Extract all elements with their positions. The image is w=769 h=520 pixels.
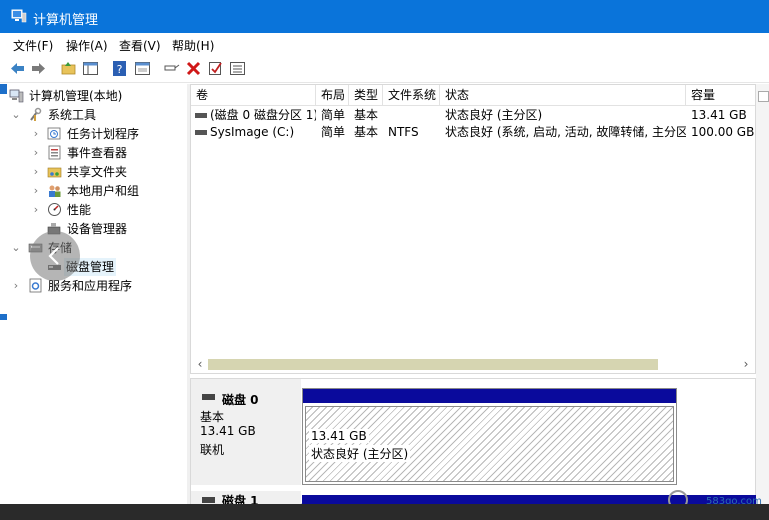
volume-list: 卷 布局 类型 文件系统 状态 容量 (磁盘 0 磁盘分区 1) 简单 基本 状… — [190, 84, 756, 374]
tree-label-device-manager: 设备管理器 — [67, 222, 128, 236]
cell-volume: (磁盘 0 磁盘分区 1) — [210, 108, 316, 122]
column-header-volume[interactable]: 卷 — [191, 85, 316, 105]
table-row[interactable]: SysImage (C:) 简单 基本 NTFS 状态良好 (系统, 启动, 活… — [191, 124, 755, 141]
delete-icon[interactable] — [185, 60, 202, 77]
tree-item-performance[interactable]: › 性能 — [9, 201, 184, 219]
menu-bar: 文件(F) 操作(A) 查看(V) 帮助(H) — [0, 33, 769, 55]
connect-icon[interactable] — [163, 60, 180, 77]
disk-icon — [202, 497, 215, 503]
cell-type: 基本 — [354, 125, 379, 139]
tree-item-task-scheduler[interactable]: › 任务计划程序 — [9, 125, 184, 143]
column-header-capacity[interactable]: 容量 — [686, 85, 755, 105]
help-icon[interactable]: ? — [111, 60, 128, 77]
cell-layout: 简单 — [321, 108, 346, 122]
cell-filesystem — [383, 107, 440, 124]
tree-item-event-viewer[interactable]: › 事件查看器 — [9, 144, 184, 162]
title-bar: 计算机管理 — [0, 0, 769, 33]
tree-item-shared-folders[interactable]: › 共享文件夹 — [9, 163, 184, 181]
chevron-right-icon[interactable]: › — [31, 201, 41, 219]
column-header-status[interactable]: 状态 — [440, 85, 686, 105]
chevron-right-icon[interactable]: › — [31, 125, 41, 143]
horizontal-scrollbar[interactable]: ‹ › — [191, 356, 755, 373]
volume-list-header: 卷 布局 类型 文件系统 状态 容量 — [191, 85, 755, 106]
tree-label-local-users: 本地用户和组 — [67, 184, 140, 198]
shared-folder-icon — [47, 167, 62, 178]
scroll-left-icon[interactable]: ‹ — [193, 357, 207, 371]
tree-item-services-apps[interactable]: › 服务和应用程序 — [9, 277, 184, 295]
tree-label-system-tools: 系统工具 — [48, 108, 97, 122]
tree-label-task-scheduler: 任务计划程序 — [67, 127, 140, 141]
svg-text:?: ? — [117, 63, 123, 76]
scroll-handle[interactable] — [758, 91, 769, 102]
tree-label-performance: 性能 — [67, 203, 92, 217]
menu-view[interactable]: 查看(V) — [119, 37, 161, 54]
overlay-back-button[interactable] — [30, 231, 80, 281]
back-arrow-icon[interactable] — [9, 60, 26, 77]
partition-size: 13.41 GB — [309, 429, 369, 443]
partition-status: 状态良好 (主分区) — [309, 445, 411, 462]
tree-item-local-users[interactable]: › 本地用户和组 — [9, 182, 184, 200]
properties-icon[interactable] — [134, 60, 151, 77]
chevron-down-icon[interactable]: ⌄ — [11, 239, 21, 257]
cell-type: 基本 — [354, 108, 379, 122]
forward-arrow-icon[interactable] — [30, 60, 47, 77]
bottom-strip — [0, 504, 769, 520]
up-folder-icon[interactable] — [60, 60, 77, 77]
menu-file[interactable]: 文件(F) — [13, 37, 53, 54]
vertical-scrollbar[interactable] — [756, 84, 769, 504]
disk-0-partition[interactable]: 13.41 GB 状态良好 (主分区) — [302, 388, 677, 485]
tree-item-system-tools[interactable]: ⌄ 系统工具 — [9, 106, 184, 124]
chevron-down-icon[interactable]: ⌄ — [11, 106, 21, 124]
cell-status: 状态良好 (系统, 启动, 活动, 故障转储, 主分区) — [445, 125, 686, 139]
show-hide-tree-icon[interactable] — [82, 60, 99, 77]
disk-0-name: 磁盘 0 — [222, 393, 259, 407]
disk-icon — [202, 394, 215, 400]
tools-icon — [30, 107, 42, 121]
computer-management-icon — [11, 9, 27, 23]
chevron-right-icon[interactable]: › — [31, 144, 41, 162]
tree-item-root[interactable]: 计算机管理(本地) — [9, 87, 184, 105]
services-icon — [29, 278, 42, 293]
navigation-tree: 计算机管理(本地) ⌄ 系统工具 › 任务计划程序 › 事件查看器 › 共享文件… — [7, 84, 187, 504]
check-icon[interactable] — [207, 60, 224, 77]
partition-hatch — [305, 406, 674, 482]
left-edge-strip — [0, 84, 7, 94]
computer-management-icon — [9, 89, 24, 103]
tree-item-device-manager[interactable]: 设备管理器 — [9, 220, 184, 238]
chevron-left-icon — [48, 247, 59, 265]
users-icon — [49, 185, 61, 197]
cell-status: 状态良好 (主分区) — [445, 108, 543, 122]
table-row[interactable]: (磁盘 0 磁盘分区 1) 简单 基本 状态良好 (主分区) 13.41 GB — [191, 107, 755, 124]
scrollbar-thumb[interactable] — [208, 359, 658, 370]
scroll-right-icon[interactable]: › — [739, 357, 753, 371]
disk-0-type: 基本 — [200, 410, 225, 424]
chevron-right-icon[interactable]: › — [31, 182, 41, 200]
disk-0-status: 联机 — [200, 443, 225, 457]
chevron-right-icon[interactable]: › — [11, 277, 21, 295]
cell-filesystem: NTFS — [388, 125, 419, 139]
menu-action[interactable]: 操作(A) — [66, 37, 108, 54]
cell-capacity: 100.00 GB — [691, 125, 755, 139]
tree-label-root: 计算机管理(本地) — [29, 89, 123, 103]
tree-label-shared-folders: 共享文件夹 — [67, 165, 128, 179]
column-header-layout[interactable]: 布局 — [316, 85, 349, 105]
list-icon[interactable] — [229, 60, 246, 77]
cell-volume: SysImage (C:) — [210, 125, 295, 139]
toolbar: ? — [0, 55, 769, 83]
performance-icon — [48, 203, 61, 216]
partition-header-bar — [303, 389, 676, 403]
column-header-filesystem[interactable]: 文件系统 — [383, 85, 440, 105]
clock-icon — [47, 127, 61, 140]
left-edge-strip-2 — [0, 314, 7, 320]
disk-0-size: 13.41 GB — [200, 424, 256, 438]
tree-label-event-viewer: 事件查看器 — [67, 146, 128, 160]
cell-capacity: 13.41 GB — [691, 108, 747, 122]
menu-help[interactable]: 帮助(H) — [172, 37, 214, 54]
disk-0-label[interactable]: 磁盘 0 基本 13.41 GB 联机 — [191, 379, 301, 485]
column-header-type[interactable]: 类型 — [349, 85, 383, 105]
event-log-icon — [48, 145, 61, 160]
window-title: 计算机管理 — [33, 13, 99, 28]
chevron-right-icon[interactable]: › — [31, 163, 41, 181]
cell-layout: 简单 — [321, 125, 346, 139]
